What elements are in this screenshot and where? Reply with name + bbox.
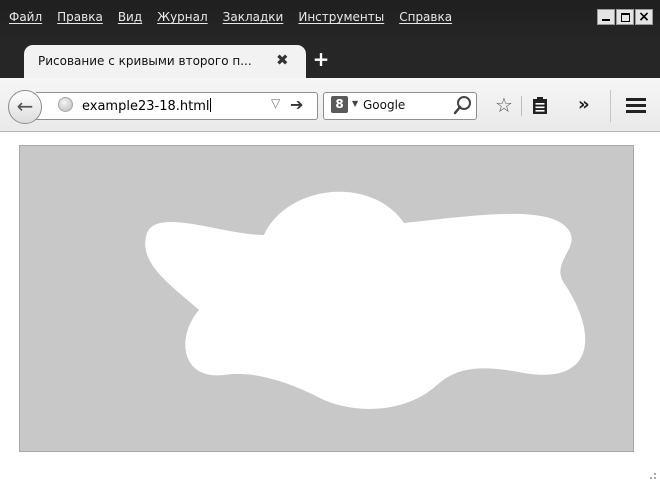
close-window-button[interactable]: × [635, 9, 653, 25]
menu-item-tools[interactable]: Инструменты [291, 10, 392, 30]
toolbar-separator [610, 90, 611, 122]
drawing-canvas [19, 145, 634, 452]
globe-icon [58, 97, 73, 112]
title-bar: Файл Правка Вид Журнал Закладки Инструме… [0, 0, 660, 40]
search-engine-caret-icon[interactable]: ▼ [352, 99, 358, 108]
minimize-button[interactable] [597, 9, 615, 25]
tab-active[interactable]: Рисование с кривыми второго п... ✖ [24, 45, 306, 78]
bookmark-star-icon[interactable]: ☆ [495, 95, 513, 115]
toolbar-separator [521, 96, 522, 116]
back-button[interactable]: ← [8, 90, 42, 124]
search-engine-icon[interactable]: 8 [331, 96, 348, 113]
menu-item-view[interactable]: Вид [111, 10, 150, 30]
cloud-shape [145, 191, 586, 409]
tab-title: Рисование с кривыми второго п... [38, 54, 252, 68]
menu-item-bookmarks[interactable]: Закладки [216, 10, 292, 30]
url-text: example23-18.html [82, 99, 210, 114]
url-dropdown-icon[interactable]: ▽ [271, 96, 280, 110]
menu-item-help[interactable]: Справка [392, 10, 460, 30]
menu-item-history[interactable]: Журнал [150, 10, 216, 30]
bookmarks-icon[interactable] [531, 96, 549, 116]
menu-item-file[interactable]: Файл [2, 10, 50, 30]
overflow-icon[interactable]: » [578, 94, 590, 115]
menu-icon[interactable] [626, 98, 646, 114]
maximize-button[interactable] [616, 9, 634, 25]
tab-close-icon[interactable]: ✖ [276, 51, 289, 69]
new-tab-button[interactable]: + [312, 48, 330, 70]
text-caret [210, 98, 212, 112]
menu-bar: Файл Правка Вид Журнал Закладки Инструме… [2, 10, 460, 30]
window-controls: × [597, 9, 653, 25]
search-icon[interactable] [452, 94, 474, 116]
menu-item-edit[interactable]: Правка [50, 10, 111, 30]
go-arrow-icon[interactable]: ➔ [290, 95, 303, 114]
search-placeholder: Google [363, 98, 406, 112]
resize-grip-icon[interactable] [645, 470, 657, 482]
url-input[interactable]: example23-18.html [82, 98, 212, 114]
